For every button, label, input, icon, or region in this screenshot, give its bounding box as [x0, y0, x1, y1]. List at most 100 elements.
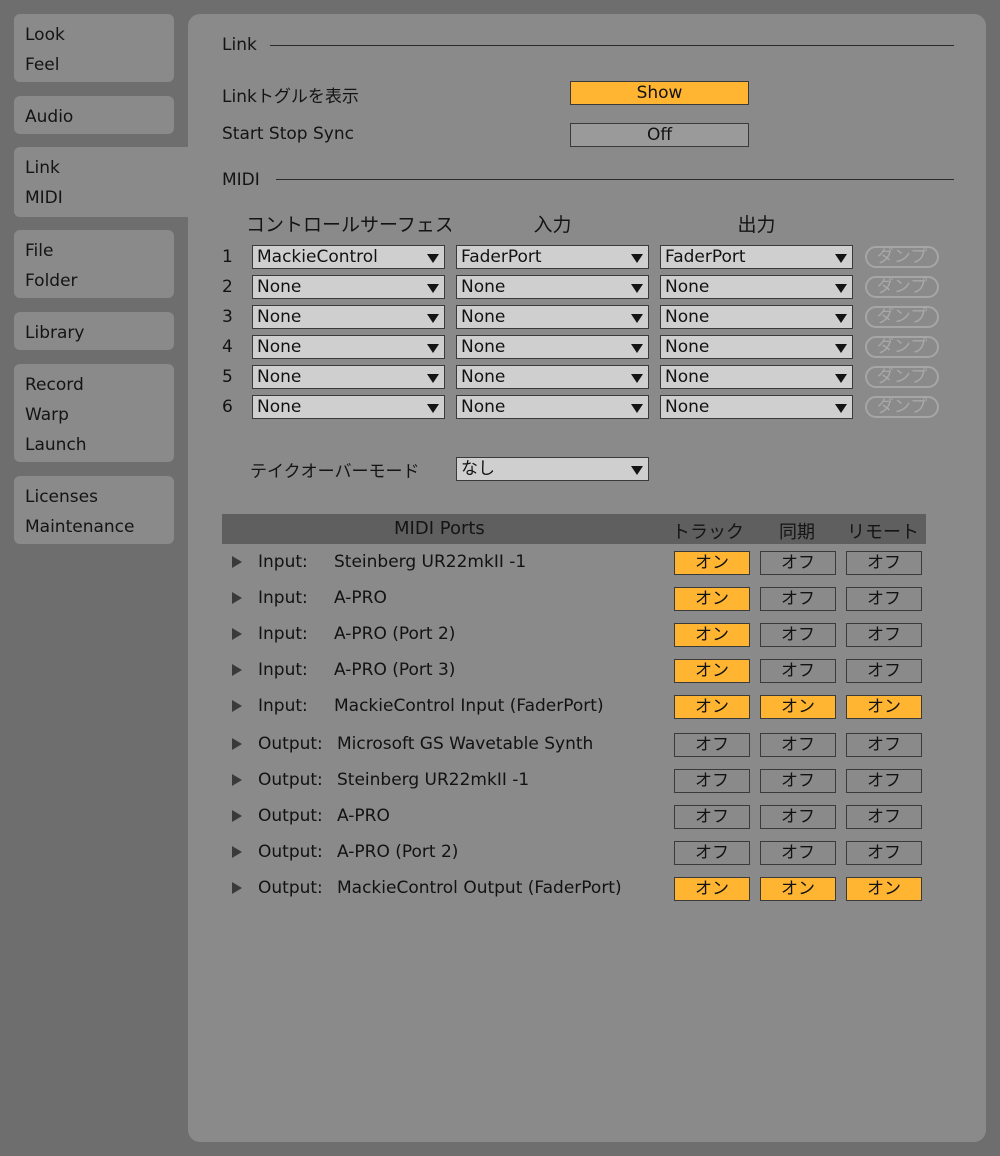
surface-index: 2 [222, 277, 233, 297]
remote-toggle[interactable]: オフ [846, 841, 922, 865]
remote-toggle[interactable]: オフ [846, 805, 922, 829]
port-direction: Input: [258, 624, 308, 644]
tab-look-feel[interactable]: Look Feel [14, 14, 174, 82]
tab-record-warp-launch[interactable]: Record Warp Launch [14, 364, 174, 462]
output-port-select[interactable]: None [660, 395, 853, 419]
input-port-select[interactable]: None [456, 395, 649, 419]
sync-toggle[interactable]: オフ [760, 733, 836, 757]
input-port-select[interactable]: None [456, 305, 649, 329]
remote-toggle[interactable]: オフ [846, 659, 922, 683]
midi-port-row[interactable]: Input: A-PRO (Port 3) オン オフ オフ [222, 655, 926, 691]
port-name: MackieControl Input (FaderPort) [334, 696, 604, 716]
expand-triangle-icon[interactable] [232, 738, 242, 750]
tab-file-folder[interactable]: File Folder [14, 230, 174, 298]
link-toggle-label: Linkトグルを表示 [222, 87, 359, 107]
remote-toggle[interactable]: オフ [846, 587, 922, 611]
track-toggle[interactable]: オフ [674, 769, 750, 793]
control-surface-select[interactable]: None [252, 275, 445, 299]
chevron-down-icon [835, 254, 847, 263]
control-surface-select[interactable]: None [252, 335, 445, 359]
track-toggle[interactable]: オン [674, 623, 750, 647]
output-port-select[interactable]: None [660, 305, 853, 329]
midi-port-row[interactable]: Input: A-PRO (Port 2) オン オフ オフ [222, 619, 926, 655]
remote-toggle[interactable]: オフ [846, 623, 922, 647]
takeover-mode-label: テイクオーバーモード [250, 462, 420, 482]
remote-toggle[interactable]: オン [846, 877, 922, 901]
midi-port-row[interactable]: Output: Microsoft GS Wavetable Synth オフ オフオ… [222, 729, 926, 765]
tab-link-midi[interactable]: Link MIDI [14, 147, 190, 217]
control-surface-select[interactable]: None [252, 395, 445, 419]
sync-toggle[interactable]: オフ [760, 805, 836, 829]
expand-triangle-icon[interactable] [232, 592, 242, 604]
expand-triangle-icon[interactable] [232, 664, 242, 676]
output-port-select[interactable]: None [660, 275, 853, 299]
midi-port-row[interactable]: Output: MackieControl Output (FaderPort) オ… [222, 873, 926, 909]
sync-toggle[interactable]: オフ [760, 551, 836, 575]
control-surface-select[interactable]: MackieControl [252, 245, 445, 269]
track-toggle[interactable]: オン [674, 587, 750, 611]
expand-triangle-icon[interactable] [232, 700, 242, 712]
link-toggle-button[interactable]: Show [570, 81, 749, 105]
expand-triangle-icon[interactable] [232, 774, 242, 786]
tab-library[interactable]: Library [14, 312, 174, 350]
expand-triangle-icon[interactable] [232, 882, 242, 894]
midi-port-row[interactable]: Output: A-PRO オフ オフ オフ [222, 801, 926, 837]
remote-toggle[interactable]: オフ [846, 733, 922, 757]
sync-toggle[interactable]: オン [760, 695, 836, 719]
midi-port-row[interactable]: Output: Steinberg UR22mkII -1 オフ オフ オフ [222, 765, 926, 801]
chevron-down-icon [835, 374, 847, 383]
control-surface-column-header: コントロールサーフェス [246, 214, 451, 236]
chevron-down-icon [427, 314, 439, 323]
port-name: A-PRO (Port 2) [334, 624, 456, 644]
track-toggle[interactable]: オン [674, 695, 750, 719]
input-port-select[interactable]: None [456, 365, 649, 389]
port-direction: Output: [258, 806, 323, 826]
midi-port-row[interactable]: Input: Steinberg UR22mkII -1 オン オフ オフ [222, 547, 926, 583]
chevron-down-icon [427, 344, 439, 353]
sync-toggle[interactable]: オフ [760, 841, 836, 865]
chevron-down-icon [427, 374, 439, 383]
tab-label: Maintenance [25, 517, 135, 537]
input-port-select[interactable]: FaderPort [456, 245, 649, 269]
expand-triangle-icon[interactable] [232, 810, 242, 822]
chevron-down-icon [835, 314, 847, 323]
sync-toggle[interactable]: オフ [760, 659, 836, 683]
output-port-select[interactable]: None [660, 365, 853, 389]
track-toggle[interactable]: オン [674, 877, 750, 901]
takeover-mode-select[interactable]: なし [456, 457, 649, 481]
track-toggle[interactable]: オン [674, 551, 750, 575]
expand-triangle-icon[interactable] [232, 628, 242, 640]
sync-toggle[interactable]: オン [760, 877, 836, 901]
select-value: None [461, 307, 506, 327]
tab-licenses-maintenance[interactable]: Licenses Maintenance [14, 476, 174, 544]
remote-toggle[interactable]: オフ [846, 551, 922, 575]
control-surface-select[interactable]: None [252, 305, 445, 329]
midi-port-row[interactable]: Output: A-PRO (Port 2) オフ オフ オフ [222, 837, 926, 873]
track-toggle[interactable]: オフ [674, 841, 750, 865]
track-toggle[interactable]: オフ [674, 733, 750, 757]
expand-triangle-icon[interactable] [232, 846, 242, 858]
sync-toggle[interactable]: オフ [760, 769, 836, 793]
port-name: MackieControl Output (FaderPort) [337, 878, 622, 898]
select-value: None [257, 367, 302, 387]
midi-port-row[interactable]: Input: A-PRO オン オフ オフ [222, 583, 926, 619]
output-port-select[interactable]: None [660, 335, 853, 359]
track-toggle[interactable]: オン [674, 659, 750, 683]
track-toggle[interactable]: オフ [674, 805, 750, 829]
control-surface-select[interactable]: None [252, 365, 445, 389]
midi-ports-title: MIDI Ports [394, 518, 485, 539]
expand-triangle-icon[interactable] [232, 556, 242, 568]
tab-audio[interactable]: Audio [14, 96, 174, 134]
chevron-down-icon [835, 404, 847, 413]
remote-toggle[interactable]: オン [846, 695, 922, 719]
input-port-select[interactable]: None [456, 275, 649, 299]
start-stop-sync-button[interactable]: Off [570, 123, 749, 147]
output-port-select[interactable]: FaderPort [660, 245, 853, 269]
midi-port-row[interactable]: Input: MackieControl Input (FaderPort) オンオ… [222, 691, 926, 727]
select-value: MackieControl [257, 247, 378, 267]
port-name: A-PRO [337, 806, 390, 826]
input-port-select[interactable]: None [456, 335, 649, 359]
sync-toggle[interactable]: オフ [760, 587, 836, 611]
sync-toggle[interactable]: オフ [760, 623, 836, 647]
remote-toggle[interactable]: オフ [846, 769, 922, 793]
